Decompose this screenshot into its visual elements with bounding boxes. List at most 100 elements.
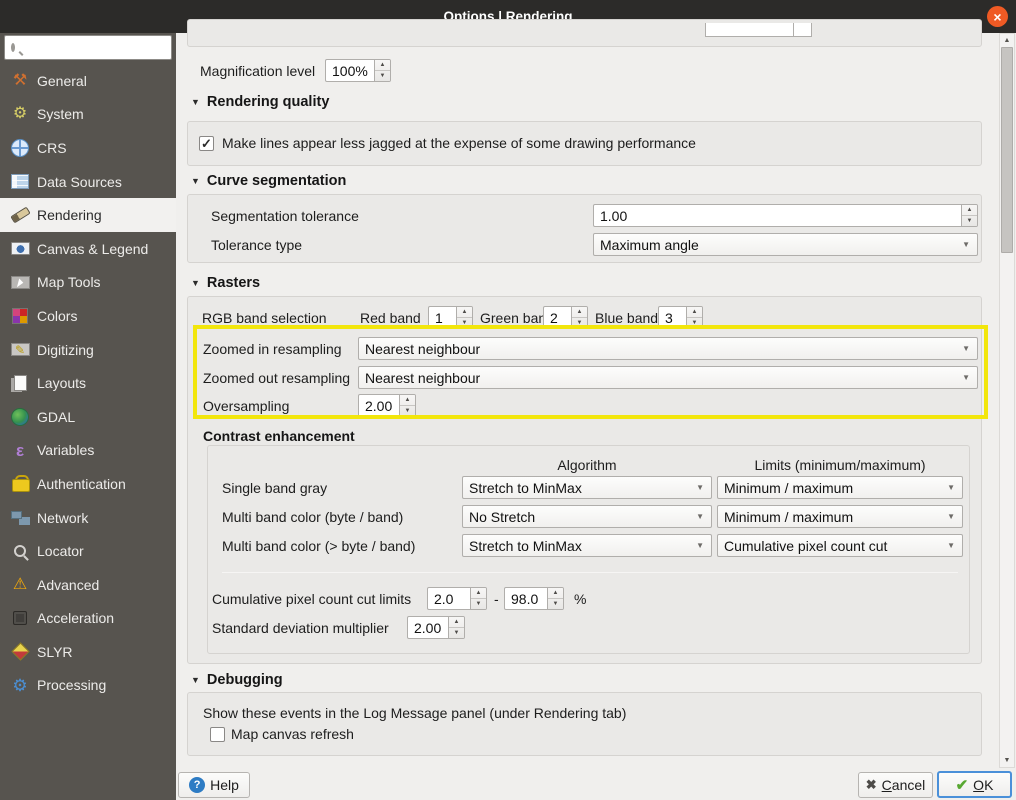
sidebar-item-advanced[interactable]: ⚠ Advanced (0, 568, 176, 602)
spin-down-icon[interactable]: ▼ (449, 628, 464, 638)
spin-up-icon[interactable]: ▲ (548, 588, 563, 599)
blue-band-spinbox[interactable]: 3 ▲ ▼ (658, 306, 703, 329)
sidebar-item-processing[interactable]: ⚙ Processing (0, 669, 176, 703)
sidebar-item-label: Data Sources (37, 173, 122, 190)
single-band-gray-algorithm-dropdown[interactable]: Stretch to MinMax ▼ (462, 476, 712, 499)
map-canvas-refresh-checkbox[interactable]: ✓ (210, 727, 225, 742)
red-band-label: Red band (360, 310, 421, 326)
sidebar-item-data-sources[interactable]: Data Sources (0, 165, 176, 199)
sidebar-item-acceleration[interactable]: Acceleration (0, 602, 176, 636)
spin-down-icon[interactable]: ▼ (471, 599, 486, 609)
multi-band-gt-byte-label: Multi band color (> byte / band) (222, 538, 416, 554)
collapse-arrow-icon[interactable]: ▼ (191, 675, 200, 685)
spin-up-icon[interactable]: ▲ (457, 307, 472, 318)
close-button[interactable]: × (987, 6, 1008, 27)
sidebar-item-authentication[interactable]: Authentication (0, 467, 176, 501)
ok-button[interactable]: ✔ OK (937, 771, 1012, 798)
partial-widget (705, 23, 812, 37)
sidebar-item-label: CRS (37, 139, 67, 156)
help-button-label: Help (210, 777, 239, 793)
scroll-down-icon[interactable]: ▼ (1000, 754, 1014, 767)
green-band-spinbox[interactable]: 2 ▲ ▼ (543, 306, 588, 329)
segmentation-tolerance-label: Segmentation tolerance (211, 208, 359, 224)
globe-icon (11, 138, 29, 157)
sidebar-item-label: Network (37, 509, 89, 526)
options-dialog: Options | Rendering × ⚒ General ⚙ System C… (0, 0, 1016, 800)
spin-down-icon[interactable]: ▼ (548, 599, 563, 609)
magnification-spinbox[interactable]: 100% ▲ ▼ (325, 59, 391, 82)
cut-max-spinbox[interactable]: 98.0 ▲ ▼ (504, 587, 564, 610)
sidebar-item-locator[interactable]: Locator (0, 534, 176, 568)
collapse-arrow-icon[interactable]: ▼ (191, 97, 200, 107)
spin-up-icon[interactable]: ▲ (687, 307, 702, 318)
spin-buttons: ▲ ▼ (571, 307, 587, 328)
sidebar-item-label: Rendering (37, 207, 102, 224)
segmentation-tolerance-spinbox[interactable]: 1.00 ▲ ▼ (593, 204, 978, 227)
chevron-down-icon: ▼ (947, 483, 955, 492)
spin-buttons: ▲ ▼ (399, 395, 415, 416)
sidebar-item-gdal[interactable]: GDAL (0, 400, 176, 434)
sidebar-items: ⚒ General ⚙ System CRS Data Sources Render… (0, 64, 176, 702)
spin-up-icon[interactable]: ▲ (375, 60, 390, 71)
scroll-up-icon[interactable]: ▲ (1000, 34, 1014, 47)
sidebar-item-system[interactable]: ⚙ System (0, 98, 176, 132)
map-cursor-icon (10, 275, 30, 289)
spin-up-icon[interactable]: ▲ (572, 307, 587, 318)
sidebar-item-canvas-legend[interactable]: Canvas & Legend (0, 232, 176, 266)
sidebar-item-crs[interactable]: CRS (0, 131, 176, 165)
sidebar-item-label: Map Tools (37, 274, 101, 291)
stddev-multiplier-spinbox[interactable]: 2.00 ▲ ▼ (407, 616, 465, 639)
spin-down-icon[interactable]: ▼ (962, 216, 977, 226)
zoomed-in-resampling-dropdown[interactable]: Nearest neighbour ▼ (358, 337, 978, 360)
search-box[interactable] (4, 35, 195, 60)
sidebar-item-variables[interactable]: ε Variables (0, 434, 176, 468)
spin-down-icon[interactable]: ▼ (457, 318, 472, 328)
table-icon (11, 174, 29, 190)
sidebar-item-label: Colors (37, 307, 78, 324)
sidebar-item-network[interactable]: Network (0, 501, 176, 535)
tolerance-type-dropdown[interactable]: Maximum angle ▼ (593, 233, 978, 256)
sidebar-item-rendering[interactable]: Rendering (0, 198, 176, 232)
antialias-checkbox[interactable]: ✓ (199, 136, 214, 151)
cancel-button[interactable]: ✖ Cancel (858, 772, 933, 798)
spin-up-icon[interactable]: ▲ (962, 205, 977, 216)
spin-up-icon[interactable]: ▲ (449, 617, 464, 628)
paintbrush-icon (9, 206, 31, 224)
cut-min-spinbox[interactable]: 2.0 ▲ ▼ (427, 587, 487, 610)
sidebar-item-layouts[interactable]: Layouts (0, 366, 176, 400)
collapse-arrow-icon[interactable]: ▼ (191, 278, 200, 288)
sidebar-item-digitizing[interactable]: ✎ Digitizing (0, 333, 176, 367)
spin-up-icon[interactable]: ▲ (400, 395, 415, 406)
spin-down-icon[interactable]: ▼ (400, 406, 415, 416)
zoomed-out-resampling-dropdown[interactable]: Nearest neighbour ▼ (358, 366, 978, 389)
red-band-spinbox[interactable]: 1 ▲ ▼ (428, 306, 473, 329)
rgb-band-selection-label: RGB band selection (202, 310, 327, 326)
spin-down-icon[interactable]: ▼ (572, 318, 587, 328)
spin-up-icon[interactable]: ▲ (471, 588, 486, 599)
sidebar-item-general[interactable]: ⚒ General (0, 64, 176, 98)
chevron-down-icon: ▼ (947, 512, 955, 521)
sidebar-item-slyr[interactable]: SLYR (0, 635, 176, 669)
vertical-scrollbar[interactable]: ▲ ▼ (999, 33, 1015, 768)
multi-band-byte-limits-dropdown[interactable]: Minimum / maximum ▼ (717, 505, 963, 528)
search-input[interactable] (19, 37, 195, 58)
scrollbar-thumb[interactable] (1001, 47, 1013, 253)
spin-down-icon[interactable]: ▼ (687, 318, 702, 328)
spin-buttons: ▲ ▼ (961, 205, 977, 226)
limits-column-header: Limits (minimum/maximum) (754, 457, 926, 473)
diamond-icon (10, 642, 30, 662)
help-button[interactable]: ? Help (178, 772, 250, 798)
chevron-down-icon: ▼ (962, 240, 970, 249)
multi-band-byte-algorithm-dropdown[interactable]: No Stretch ▼ (462, 505, 712, 528)
warning-icon: ⚠ (12, 575, 28, 593)
multi-band-gt-byte-algorithm-dropdown[interactable]: Stretch to MinMax ▼ (462, 534, 712, 557)
multi-band-gt-byte-limits-dropdown[interactable]: Cumulative pixel count cut ▼ (717, 534, 963, 557)
help-icon: ? (189, 777, 206, 793)
single-band-gray-limits-dropdown[interactable]: Minimum / maximum ▼ (717, 476, 963, 499)
spin-down-icon[interactable]: ▼ (375, 71, 390, 81)
collapse-arrow-icon[interactable]: ▼ (191, 176, 200, 186)
oversampling-spinbox[interactable]: 2.00 ▲ ▼ (358, 394, 416, 417)
sidebar-item-map-tools[interactable]: Map Tools (0, 266, 176, 300)
sidebar-item-colors[interactable]: Colors (0, 299, 176, 333)
multi-band-byte-label: Multi band color (byte / band) (222, 509, 404, 525)
